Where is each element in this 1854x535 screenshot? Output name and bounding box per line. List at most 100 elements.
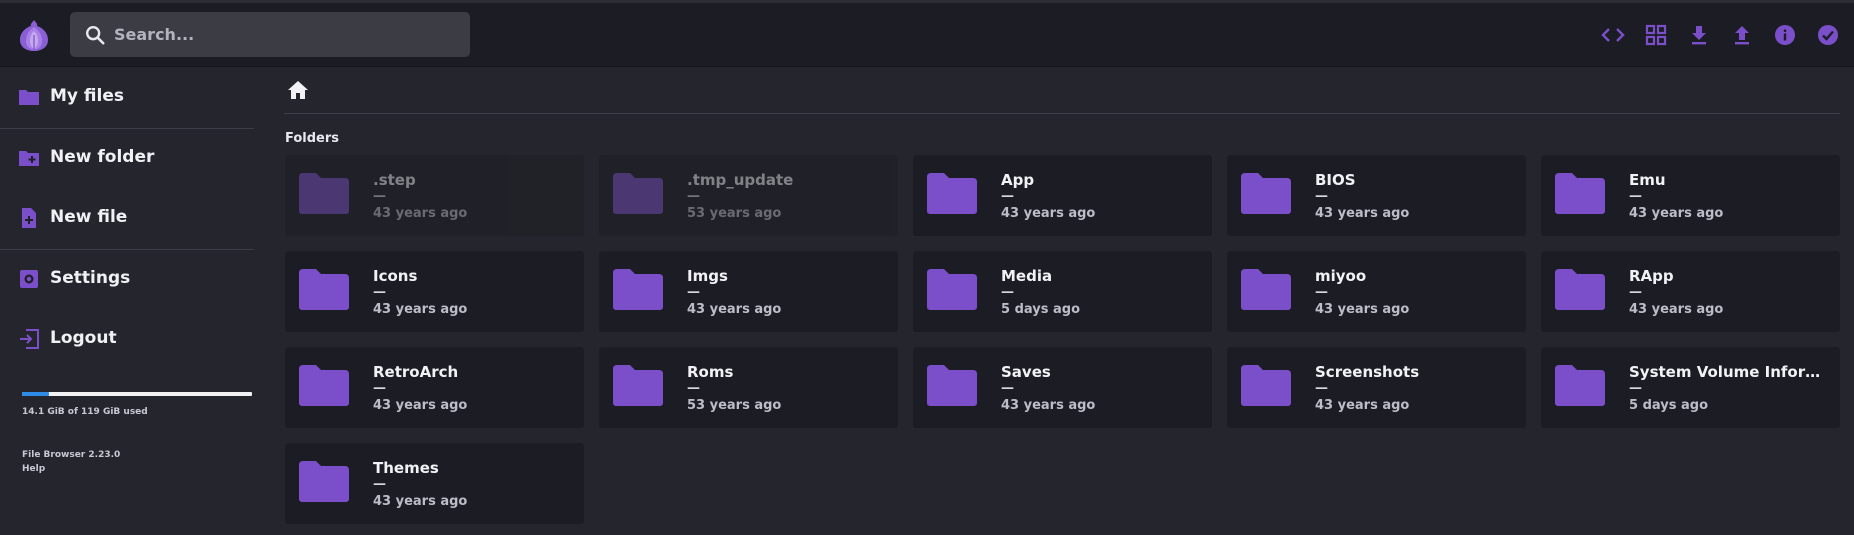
folder-icon xyxy=(1239,267,1293,312)
folder-size: — xyxy=(687,381,700,396)
folder-item[interactable]: Imgs — 43 years ago xyxy=(599,251,898,332)
folder-size: — xyxy=(1629,381,1642,396)
folder-item[interactable]: Media — 5 days ago xyxy=(913,251,1212,332)
folder-item[interactable]: RetroArch — 43 years ago xyxy=(285,347,584,428)
folder-icon xyxy=(1553,171,1607,216)
search-box[interactable] xyxy=(70,12,470,57)
sidebar: My files New folder New file Settings Lo… xyxy=(0,68,254,370)
folder-item[interactable]: App — 43 years ago xyxy=(913,155,1212,236)
sidebar-item-label: New file xyxy=(50,207,128,227)
folder-name: Imgs xyxy=(687,267,728,285)
create-folder-icon xyxy=(18,147,40,169)
folder-icon xyxy=(925,171,979,216)
folder-grid: .step —43 years ago .tmp_update —53 years a… xyxy=(285,155,1840,524)
settings-icon xyxy=(18,268,40,290)
folder-size: — xyxy=(373,285,386,300)
check-circle-icon[interactable] xyxy=(1816,23,1840,47)
sidebar-item-settings[interactable]: Settings xyxy=(0,250,254,310)
folder-icon xyxy=(611,363,665,408)
folder-size: — xyxy=(1315,189,1328,204)
folder-icon xyxy=(297,459,351,504)
folder-name: Emu xyxy=(1629,171,1666,189)
storage-usage-text: 14.1 GiB of 119 GiB used xyxy=(22,407,148,417)
folder-icon xyxy=(1553,363,1607,408)
folder-size: — xyxy=(1315,381,1328,396)
folder-modified: 43 years ago xyxy=(1629,206,1724,221)
folder-icon xyxy=(1553,267,1607,312)
folder-modified: 5 days ago xyxy=(1629,398,1708,413)
home-icon[interactable] xyxy=(287,79,309,101)
folder-modified: 43 years ago xyxy=(373,494,468,509)
help-link[interactable]: Help xyxy=(22,462,120,476)
grid-view-icon[interactable] xyxy=(1644,23,1668,47)
folder-icon xyxy=(297,267,351,312)
folder-icon xyxy=(297,171,351,216)
folder-size: — xyxy=(1001,285,1014,300)
onion-logo-icon[interactable] xyxy=(16,17,52,53)
folder-name: .step xyxy=(373,171,416,189)
folder-item[interactable]: miyoo — 43 years ago xyxy=(1227,251,1526,332)
folder-modified: 43 years ago xyxy=(1315,302,1410,317)
sidebar-item-new-file[interactable]: New file xyxy=(0,189,254,249)
upload-icon[interactable] xyxy=(1730,23,1754,47)
credits: File Browser 2.23.0 Help xyxy=(22,448,120,476)
folder-item[interactable]: Roms — 53 years ago xyxy=(599,347,898,428)
folder-name: Screenshots xyxy=(1315,363,1420,381)
folder-icon xyxy=(925,267,979,312)
folder-modified: 43 years ago xyxy=(1629,302,1724,317)
folder-name: Media xyxy=(1001,267,1053,285)
folder-item[interactable]: .step — 43 years ago xyxy=(285,155,584,236)
storage-progress-fill xyxy=(22,392,50,396)
folder-modified: 43 years ago xyxy=(373,206,468,221)
info-icon[interactable] xyxy=(1773,23,1797,47)
folder-size: — xyxy=(1315,285,1328,300)
folder-size: — xyxy=(1001,189,1014,204)
folder-item[interactable]: Emu — 43 years ago xyxy=(1541,155,1840,236)
folder-size: — xyxy=(373,477,386,492)
sidebar-item-label: New folder xyxy=(50,147,155,167)
folder-modified: 43 years ago xyxy=(1001,398,1096,413)
sidebar-item-label: Settings xyxy=(50,268,131,288)
folder-item[interactable]: Themes — 43 years ago xyxy=(285,443,584,524)
folder-name: .tmp_update xyxy=(687,171,794,189)
folder-icon xyxy=(1239,171,1293,216)
sidebar-item-new-folder[interactable]: New folder xyxy=(0,129,254,189)
sidebar-item-logout[interactable]: Logout xyxy=(0,310,254,370)
storage-progress-bar xyxy=(22,392,252,396)
folder-item[interactable]: System Volume Inform... — 5 days ago xyxy=(1541,347,1840,428)
version-label: File Browser 2.23.0 xyxy=(22,450,121,460)
folder-item[interactable]: Saves — 43 years ago xyxy=(913,347,1212,428)
folder-item[interactable]: .tmp_update — 53 years ago xyxy=(599,155,898,236)
breadcrumb xyxy=(284,76,1840,114)
folder-modified: 43 years ago xyxy=(373,398,468,413)
folder-size: — xyxy=(687,285,700,300)
search-input[interactable] xyxy=(114,12,454,57)
folder-icon xyxy=(18,86,40,108)
folder-item[interactable]: Screenshots — 43 years ago xyxy=(1227,347,1526,428)
folder-name: System Volume Inform... xyxy=(1629,363,1829,381)
download-icon[interactable] xyxy=(1687,23,1711,47)
folder-icon xyxy=(297,363,351,408)
section-title: Folders xyxy=(285,131,340,146)
folder-size: — xyxy=(687,189,700,204)
folder-name: Saves xyxy=(1001,363,1051,381)
folder-size: — xyxy=(1629,285,1642,300)
folder-name: App xyxy=(1001,171,1035,189)
folder-icon xyxy=(925,363,979,408)
folder-name: Roms xyxy=(687,363,734,381)
folder-size: — xyxy=(1001,381,1014,396)
folder-name: Icons xyxy=(373,267,418,285)
folder-modified: 43 years ago xyxy=(1001,206,1096,221)
folder-modified: 5 days ago xyxy=(1001,302,1080,317)
folder-modified: 43 years ago xyxy=(1315,206,1410,221)
folder-item[interactable]: BIOS — 43 years ago xyxy=(1227,155,1526,236)
folder-modified: 43 years ago xyxy=(687,302,782,317)
folder-item[interactable]: RApp — 43 years ago xyxy=(1541,251,1840,332)
folder-name: miyoo xyxy=(1315,267,1367,285)
sidebar-item-my-files[interactable]: My files xyxy=(0,68,254,128)
folder-item[interactable]: Icons — 43 years ago xyxy=(285,251,584,332)
sidebar-item-label: Logout xyxy=(50,328,117,348)
folder-icon xyxy=(611,171,665,216)
code-icon[interactable] xyxy=(1601,23,1625,47)
folder-modified: 43 years ago xyxy=(373,302,468,317)
